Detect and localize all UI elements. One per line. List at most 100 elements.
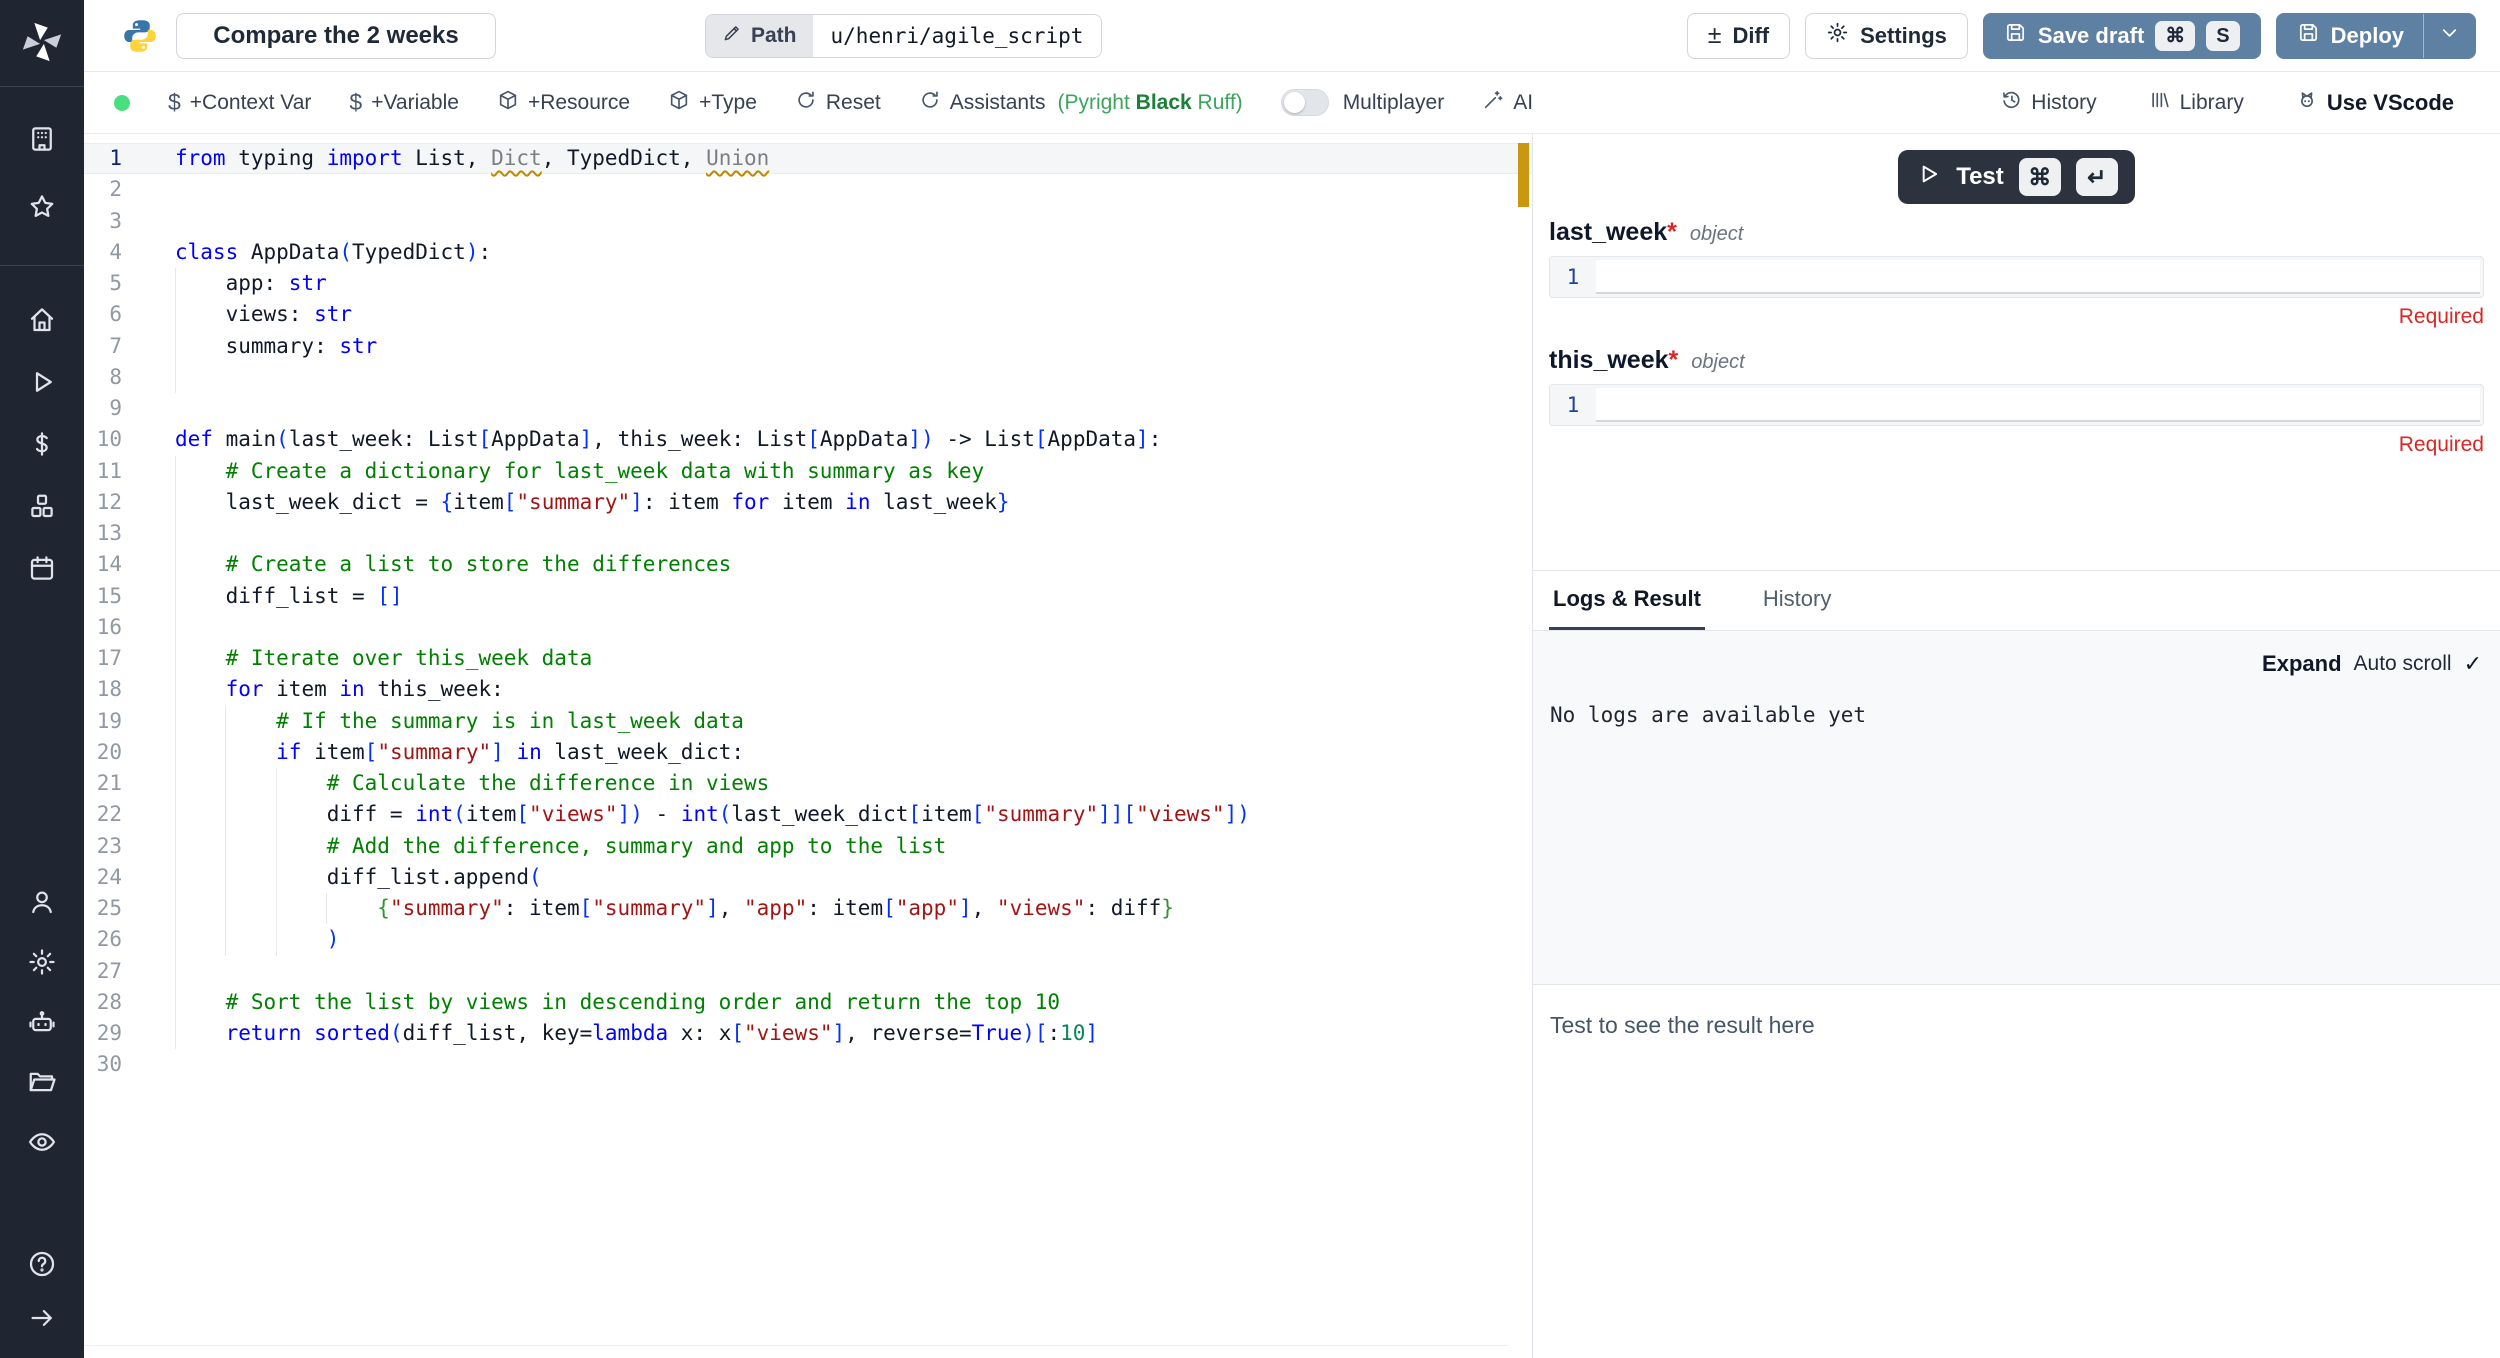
tab-logs-result[interactable]: Logs & Result [1549,571,1705,630]
code-line[interactable]: 24 diff_list.append( [84,862,1532,893]
line-content: summary: str [175,331,377,362]
context-var-label: +Context Var [190,91,312,115]
line-number: 21 [84,768,122,799]
diff-button[interactable]: ± Diff [1687,13,1790,59]
script-name-input[interactable]: Compare the 2 weeks [176,13,496,59]
code-line[interactable]: 17 # Iterate over this_week data [84,643,1532,674]
windmill-logo-icon[interactable] [0,12,84,72]
result-tabs: Logs & Result History [1533,570,2500,631]
sidebar-item-favorites[interactable] [0,177,84,237]
history-button[interactable]: History [2000,89,2096,117]
library-button[interactable]: Library [2149,89,2244,117]
assistants-button[interactable]: Assistants [919,89,1046,117]
code-line[interactable]: 21 # Calculate the difference in views [84,768,1532,799]
code-line[interactable]: 3 [84,206,1532,237]
expand-button[interactable]: Expand [2262,651,2341,677]
line-number: 24 [84,862,122,893]
add-variable-button[interactable]: $ +Variable [349,89,459,116]
save-draft-button[interactable]: Save draft ⌘ S [1983,13,2261,59]
sidebar-item-help[interactable] [0,1234,84,1294]
indent-guide [175,518,176,549]
arg-name-last-week: last_week* [1549,218,1677,247]
sidebar-item-workers[interactable] [0,992,84,1052]
line-number: 28 [84,987,122,1018]
input-field[interactable] [1596,260,2480,294]
code-line[interactable]: 28 # Sort the list by views in descendin… [84,987,1532,1018]
code-line[interactable]: 14 # Create a list to store the differen… [84,549,1532,580]
code-line[interactable]: 16 [84,612,1532,643]
test-button[interactable]: Test ⌘ ↵ [1898,150,2135,204]
chevron-down-icon [2438,21,2461,50]
diff-label: Diff [1732,23,1769,49]
code-line[interactable]: 11 # Create a dictionary for last_week d… [84,456,1532,487]
code-line[interactable]: 18 for item in this_week: [84,674,1532,705]
code-line[interactable]: 27 [84,956,1532,987]
ruff-status: Ruff) [1198,91,1243,114]
line-number: 7 [84,331,122,362]
code-line[interactable]: 5 app: str [84,268,1532,299]
path-edit-chip[interactable]: Path [706,15,813,57]
arg-input-last-week[interactable]: 1 [1549,256,2484,298]
wand-icon [1482,89,1504,117]
sidebar-item-resources[interactable] [0,476,84,536]
left-sidebar [0,0,84,1358]
line-number: 16 [84,612,122,643]
deploy-button[interactable]: Deploy [2276,13,2476,59]
code-line[interactable]: 23 # Add the difference, summary and app… [84,831,1532,862]
autoscroll-toggle[interactable]: Auto scroll [2354,652,2452,676]
required-error: Required [1549,433,2484,457]
ai-button[interactable]: AI [1482,89,1533,117]
sidebar-item-home[interactable] [0,290,84,350]
code-line[interactable]: 19 # If the summary is in last_week data [84,706,1532,737]
tab-history[interactable]: History [1759,571,1835,630]
use-vscode-button[interactable]: Use VScode [2296,89,2454,117]
sidebar-item-workspace[interactable] [0,109,84,169]
add-context-var-button[interactable]: $ +Context Var [168,89,311,116]
code-editor[interactable]: 1from typing import List, Dict, TypedDic… [84,134,1532,1358]
pencil-icon [722,23,742,49]
code-line[interactable]: 1from typing import List, Dict, TypedDic… [84,143,1532,174]
input-field[interactable] [1596,388,2480,422]
code-line[interactable]: 8 [84,362,1532,393]
settings-button[interactable]: Settings [1805,13,1968,59]
sidebar-divider [0,86,84,87]
sidebar-collapse[interactable] [0,1288,84,1348]
code-line[interactable]: 22 diff = int(item["views"]) - int(last_… [84,799,1532,830]
play-icon [1915,161,1941,194]
code-line[interactable]: 26 ) [84,924,1532,955]
add-resource-button[interactable]: +Resource [497,89,630,117]
code-line[interactable]: 15 diff_list = [] [84,581,1532,612]
code-line[interactable]: 9 [84,393,1532,424]
code-line[interactable]: 25 {"summary": item["summary"], "app": i… [84,893,1532,924]
code-line[interactable]: 12 last_week_dict = {item["summary"]: it… [84,487,1532,518]
sidebar-item-users[interactable] [0,872,84,932]
path-field[interactable]: Path u/henri/agile_script [705,14,1102,58]
line-number: 3 [84,206,122,237]
add-type-button[interactable]: +Type [668,89,757,117]
code-line[interactable]: 29 return sorted(diff_list, key=lambda x… [84,1018,1532,1049]
sidebar-item-settings[interactable] [0,932,84,992]
arg-input-this-week[interactable]: 1 [1549,384,2484,426]
sidebar-item-variables[interactable] [0,414,84,474]
sidebar-item-schedules[interactable] [0,538,84,598]
code-line[interactable]: 4class AppData(TypedDict): [84,237,1532,268]
reset-button[interactable]: Reset [795,89,881,117]
sidebar-item-audit[interactable] [0,1112,84,1172]
result-placeholder: Test to see the result here [1550,1012,2483,1039]
assistants-status: (Pyright Black Ruff) [1057,91,1242,115]
code-line[interactable]: 20 if item["summary"] in last_week_dict: [84,737,1532,768]
code-line[interactable]: 13 [84,518,1532,549]
multiplayer-toggle[interactable] [1281,89,1329,116]
sidebar-item-folders[interactable] [0,1052,84,1112]
sidebar-divider [0,265,84,266]
line-number: 27 [84,956,122,987]
code-line[interactable]: 2 [84,174,1532,205]
sidebar-item-runs[interactable] [0,352,84,412]
code-line[interactable]: 7 summary: str [84,331,1532,362]
line-content: app: str [175,268,327,299]
code-line[interactable]: 30 [84,1049,1532,1080]
code-line[interactable]: 10def main(last_week: List[AppData], thi… [84,424,1532,455]
required-star: * [1669,346,1679,374]
deploy-dropdown-button[interactable] [2423,14,2475,58]
code-line[interactable]: 6 views: str [84,299,1532,330]
